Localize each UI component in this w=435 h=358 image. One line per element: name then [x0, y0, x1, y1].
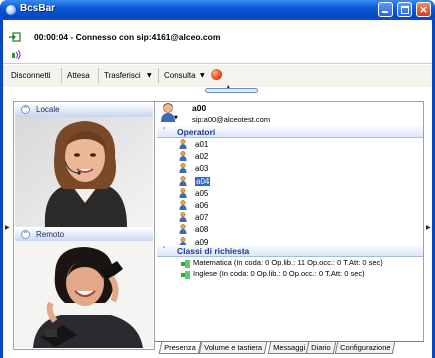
collapse-chevron-icon[interactable]: ˅ [162, 127, 166, 135]
audio-signal-icon [12, 49, 21, 60]
divider [3, 63, 432, 64]
operator-icon [179, 139, 187, 149]
operator-item[interactable]: a02 [195, 152, 208, 161]
minimize-icon [382, 11, 388, 13]
transfer-dropdown-icon[interactable]: ▼ [147, 72, 152, 79]
operator-icon [179, 212, 187, 223]
tab-volume-keypad[interactable]: Volume e tastiera [198, 342, 268, 354]
consult-button[interactable]: Consulta [164, 71, 196, 80]
operator-icon [179, 151, 187, 162]
title-bar [0, 0, 435, 20]
operator-item[interactable]: a06 [195, 201, 208, 210]
tab-messages[interactable]: Messaggi [267, 342, 311, 354]
consult-dropdown-icon[interactable]: ▼ [200, 72, 205, 79]
disconnect-button[interactable]: Disconnetti [11, 71, 51, 80]
operator-icon [179, 224, 187, 235]
operator-item[interactable]: a05 [195, 189, 208, 198]
local-video-label: Locale [36, 105, 60, 114]
connection-icon [9, 32, 21, 42]
operators-group-label: Operatori [177, 127, 216, 137]
queue-class-item[interactable]: Inglese (In coda: 0 Op.lib.: 0 Op.occ.: … [193, 269, 365, 278]
hold-button[interactable]: Attesa [67, 71, 90, 80]
operator-icon [179, 175, 187, 186]
minimize-button[interactable] [378, 2, 393, 17]
operator-item[interactable]: a03 [195, 164, 208, 173]
transfer-button[interactable]: Trasferisci [104, 71, 141, 80]
maximize-button[interactable] [397, 2, 412, 17]
operator-item[interactable]: a04 [195, 176, 211, 186]
operator-item[interactable]: a08 [195, 225, 208, 234]
classes-group-label: Classi di richiesta [177, 246, 250, 256]
operator-item[interactable]: a07 [195, 213, 208, 222]
operator-icon [179, 187, 187, 198]
close-button[interactable]: × [416, 2, 431, 17]
user-sip-address: sip:a00@alceotest.com [192, 115, 271, 124]
app-icon [6, 5, 16, 15]
record-button[interactable] [211, 69, 222, 80]
splitter-handle[interactable] [205, 88, 258, 93]
operator-icon [179, 163, 187, 174]
expand-left-icon[interactable]: ▶ [5, 224, 10, 231]
avatar-dropdown-icon[interactable]: ▼ [174, 115, 178, 121]
remote-video-image [15, 241, 153, 348]
toolbar-separator [98, 68, 99, 83]
expand-right-icon[interactable]: ▶ [426, 224, 431, 231]
user-name: a00 [192, 103, 207, 113]
maximize-icon [401, 6, 409, 14]
toolbar-separator [61, 68, 62, 83]
collapse-icon[interactable]: ^ [21, 230, 30, 239]
remote-video-label: Remoto [36, 230, 65, 239]
tab-settings[interactable]: Configurazione [334, 342, 396, 354]
window-title: BcsBar [20, 3, 56, 14]
toolbar-separator [158, 68, 159, 83]
collapse-chevron-icon[interactable]: ˅ [162, 246, 166, 254]
queue-icon [181, 271, 190, 279]
operator-item[interactable]: a01 [195, 140, 208, 149]
local-video-image [15, 117, 153, 227]
queue-icon [181, 260, 190, 268]
tab-presence[interactable]: Presenza [158, 342, 201, 354]
connection-status: 00:00:04 - Connesso con sip:4161@alceo.c… [34, 32, 221, 42]
collapse-icon[interactable]: ^ [21, 105, 30, 114]
close-icon: × [418, 3, 429, 16]
operator-icon [179, 200, 187, 210]
tab-journal[interactable]: Diario [305, 342, 336, 354]
queue-class-item[interactable]: Matematica (In coda: 0 Op.lib.: 11 Op.oc… [193, 258, 383, 267]
